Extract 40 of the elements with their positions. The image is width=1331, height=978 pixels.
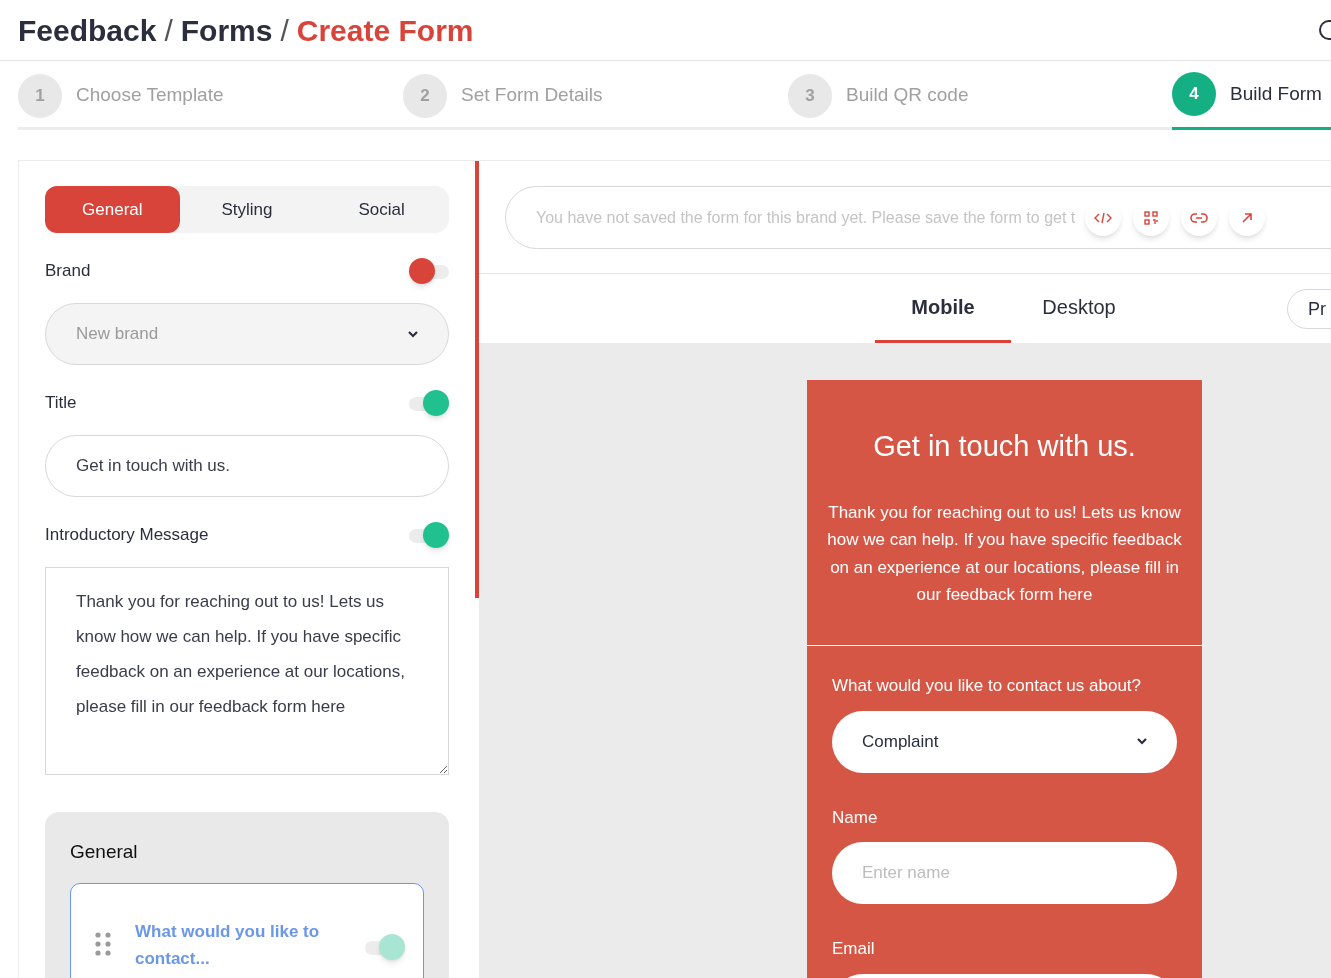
section-title: General: [70, 840, 139, 864]
breadcrumb-link[interactable]: Forms: [180, 7, 273, 53]
question-label: What would you like to contact...: [135, 920, 321, 970]
chevron-down-icon: [408, 330, 418, 338]
field-label: Introductory Message: [45, 524, 209, 547]
toggle-switch[interactable]: [409, 390, 449, 416]
chevron-down-icon: [1137, 738, 1147, 745]
view-tab[interactable]: Desktop: [1011, 274, 1147, 343]
title-field[interactable]: Get in touch with us.: [45, 435, 449, 497]
field-label: Brand: [45, 260, 91, 283]
qr-code-icon: [1144, 210, 1159, 225]
field-label: Email: [832, 938, 876, 960]
page-title: Create Form: [296, 12, 474, 49]
toggle-switch[interactable]: [409, 258, 449, 284]
breadcrumb-separator: /: [280, 12, 289, 49]
field-label: Name: [832, 806, 879, 829]
toggle-switch[interactable]: [365, 933, 405, 960]
settings-tab[interactable]: General: [45, 186, 180, 233]
action-button[interactable]: [1133, 199, 1170, 236]
external-link-icon: [1241, 211, 1254, 224]
action-button[interactable]: [1229, 199, 1266, 236]
code-icon: [1094, 211, 1113, 224]
form-message: Thank you for reaching out to us! Lets us know how we can help. If you have specific feedback on an experience at our locations, please fill in our feedback form here: [826, 501, 1183, 606]
drag-handle-icon[interactable]: [95, 931, 111, 956]
breadcrumb-link[interactable]: Feedback: [18, 7, 157, 53]
form-title: Get in touch with us.: [873, 429, 1136, 464]
settings-tab[interactable]: Styling: [179, 186, 315, 233]
link-icon: [1190, 212, 1209, 223]
step-tab[interactable]: 4 Build Form: [1172, 61, 1331, 130]
message-field[interactable]: Thank you for reaching out to us! Lets us know how we can help. If you have specific feedback on an experience at our locations, please fill in our feedback form here: [45, 567, 449, 775]
action-button[interactable]: [1085, 199, 1122, 236]
toggle-switch[interactable]: [409, 522, 449, 548]
topic-select[interactable]: Complaint: [832, 710, 1177, 773]
search-icon[interactable]: [1319, 20, 1331, 40]
field-label: Title: [45, 392, 77, 415]
settings-tab[interactable]: Social: [314, 186, 449, 233]
field-label: What would you like to contact us about?: [832, 675, 1142, 697]
breadcrumb-separator: /: [164, 12, 173, 49]
text-field[interactable]: Enter name: [832, 842, 1177, 904]
action-button[interactable]: [1181, 199, 1218, 236]
